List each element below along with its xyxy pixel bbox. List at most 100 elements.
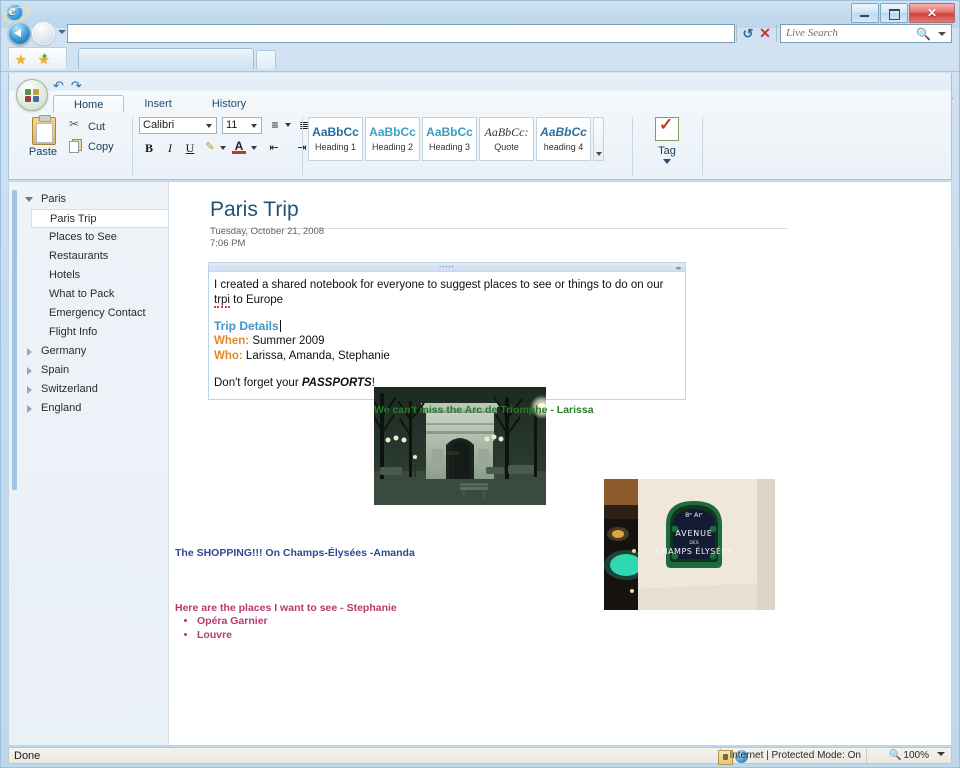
style-preview: AaBbCc [426,125,473,139]
search-icon[interactable]: 🔍 [916,27,931,41]
font-size-chevron-down-icon[interactable] [251,124,257,128]
forward-button[interactable] [32,22,55,45]
styles-gallery: AaBbCc Heading 1 AaBbCc Heading 2 AaBbCc… [308,117,604,161]
note-container[interactable]: ••••• ◂▸ I created a shared notebook for… [208,262,686,400]
quick-access-toolbar: ↶ ↷ [53,78,82,94]
close-button[interactable] [909,3,955,23]
sidebar-item-label: Paris [41,193,66,205]
address-input[interactable] [67,24,735,43]
sidebar-item-emergency-contact[interactable]: Emergency Contact [9,304,168,323]
svg-text:AVENUE: AVENUE [675,529,712,538]
search-input[interactable]: Live Search 🔍 [780,24,952,43]
redo-icon[interactable]: ↷ [71,78,82,94]
styles-gallery-scrollbar[interactable] [593,117,604,161]
onenote-ribbon: ↶ ↷ Home Insert History Paste Cut [8,73,952,180]
sidebar-item-places-to-see[interactable]: Places to See [9,228,168,247]
sidebar-item-switzerland[interactable]: Switzerland [9,380,168,399]
style-preview: AaBbCc [369,125,416,139]
minimize-button[interactable] [851,3,879,23]
cut-label: Cut [88,121,105,133]
recent-pages-chevron-down-icon[interactable] [58,30,66,34]
sidebar-item-what-to-pack[interactable]: What to Pack [9,285,168,304]
page-content[interactable]: Paris Trip Tuesday, October 21, 2008 7:0… [170,182,951,745]
back-button[interactable] [8,22,31,45]
bullet-list-icon[interactable]: ≡ [266,116,284,134]
italic-button[interactable]: I [161,139,179,157]
font-size-combobox[interactable]: 11 [222,117,262,134]
group-divider-4 [702,117,703,175]
new-tab-button[interactable] [256,50,276,69]
note-who-value: Larissa, Amanda, Stephanie [243,350,390,362]
underline-button[interactable]: U [181,139,199,157]
sidebar-item-label: Places to See [49,231,117,243]
sidebar-item-spain[interactable]: Spain [9,361,168,380]
font-name-combobox[interactable]: Calibri [139,117,217,134]
note-drag-handle[interactable]: ••••• ◂▸ [209,263,685,272]
resize-handle-icon[interactable]: ◂▸ [675,264,682,272]
style-tile-heading-2[interactable]: AaBbCc Heading 2 [365,117,420,161]
sidebar-item-label: England [41,402,81,414]
expand-chevron-down-icon[interactable] [25,197,33,202]
expand-chevron-right-icon[interactable] [27,405,32,413]
sidebar-item-england[interactable]: England [9,399,168,418]
page-title[interactable]: Paris Trip [210,198,299,222]
expand-chevron-right-icon[interactable] [27,367,32,375]
tag-chevron-down-icon[interactable] [663,159,671,164]
font-color-chevron-down-icon[interactable] [251,146,257,150]
sidebar-item-label: Spain [41,364,69,376]
expand-chevron-right-icon[interactable] [27,348,32,356]
expand-chevron-right-icon[interactable] [27,386,32,394]
stephanie-bullet-list[interactable]: Opéra Garnier Louvre [175,614,268,642]
add-favorite-icon[interactable]: ★ [38,52,50,68]
sidebar-item-flight-info[interactable]: Flight Info [9,323,168,342]
ie-browser-window: ↺ ✕ Live Search 🔍 ★ ★ 🏠 📶 🖨 [0,0,960,768]
copy-button[interactable]: Copy [68,139,114,154]
maximize-button[interactable] [880,3,908,23]
security-zone-label[interactable]: Internet | Protected Mode: On [729,750,861,761]
command-bar-divider [1,71,959,72]
list-item[interactable]: Louvre [197,628,268,642]
tab-insert[interactable]: Insert [124,95,192,113]
sidebar-item-paris-trip[interactable]: Paris Trip [31,209,169,228]
annotation-larissa[interactable]: We can't miss the Arc de Triomphe - Lari… [374,404,594,416]
favorites-star-icon[interactable]: ★ [15,52,27,68]
annotation-amanda[interactable]: The SHOPPING!!! On Champs-Élysées -Amand… [175,547,415,559]
sidebar-item-hotels[interactable]: Hotels [9,266,168,285]
tag-button[interactable]: Tag [648,117,686,164]
favorites-bar: ★ ★ [8,47,67,69]
bold-button[interactable]: B [140,139,158,157]
sidebar-item-label: Emergency Contact [49,307,146,319]
champs-elysees-sign-photo[interactable]: 8ᵉ Arʳ AVENUE DES CHAMPS ÉLYSÉES [604,479,775,610]
onenote-office-button[interactable] [16,79,48,111]
highlight-chevron-down-icon[interactable] [220,146,226,150]
cut-button[interactable]: Cut [68,119,105,134]
text-highlight-icon[interactable]: ✎ [201,138,219,156]
svg-text:8ᵉ Arʳ: 8ᵉ Arʳ [685,511,703,519]
font-size-value: 11 [226,119,237,131]
annotation-stephanie[interactable]: Here are the places I want to see - Step… [175,602,397,614]
sidebar-item-restaurants[interactable]: Restaurants [9,247,168,266]
style-tile-heading-1[interactable]: AaBbCc Heading 1 [308,117,363,161]
browser-tab[interactable] [78,48,254,69]
bullet-list-chevron-down-icon[interactable] [285,123,291,127]
sidebar-item-germany[interactable]: Germany [9,342,168,361]
sidebar-item-paris[interactable]: Paris [9,190,168,209]
refresh-icon[interactable]: ↺ [739,25,757,42]
tab-home[interactable]: Home [53,95,124,113]
font-name-chevron-down-icon[interactable] [206,124,212,128]
decrease-indent-icon[interactable]: ⇤ [265,139,283,157]
undo-icon[interactable]: ↶ [53,78,64,94]
list-item[interactable]: Opéra Garnier [197,614,268,628]
style-tile-quote[interactable]: AaBbCc: Quote [479,117,534,161]
tab-history[interactable]: History [192,95,266,113]
note-body[interactable]: I created a shared notebook for everyone… [209,272,685,399]
sidebar-item-label: Hotels [49,269,80,281]
style-tile-heading-4[interactable]: AaBbCc heading 4 [536,117,591,161]
stop-icon[interactable]: ✕ [756,25,774,42]
style-tile-heading-3[interactable]: AaBbCc Heading 3 [422,117,477,161]
group-clipboard: Paste Cut Copy Clipboard [12,115,130,179]
search-provider-chevron-down-icon[interactable] [938,32,946,36]
zoom-chevron-down-icon[interactable] [937,752,945,756]
zoom-control[interactable]: 🔍100% [889,750,945,761]
style-name: Heading 1 [315,141,356,153]
